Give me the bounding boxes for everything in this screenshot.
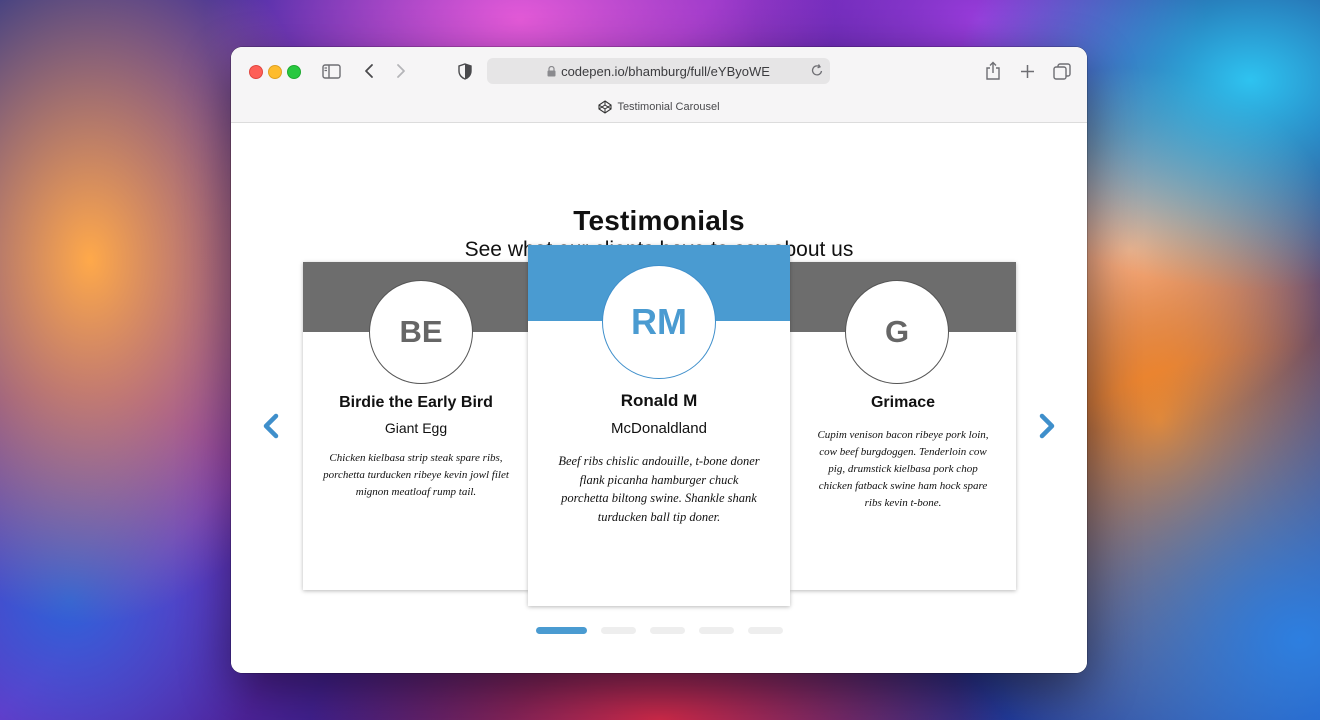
- testimonial-name: Ronald M: [620, 391, 698, 410]
- lock-icon: [547, 65, 556, 77]
- address-bar[interactable]: codepen.io/bhamburg/full/eYByoWE: [487, 58, 830, 84]
- avatar: RM: [602, 265, 716, 379]
- codepen-icon: [598, 100, 612, 114]
- carousel-prev-button[interactable]: [259, 410, 283, 442]
- chevron-left-icon: [263, 413, 279, 439]
- reload-icon[interactable]: [810, 63, 824, 78]
- testimonial-name: Birdie the Early Bird: [339, 394, 493, 411]
- page-title: Testimonials: [573, 205, 745, 236]
- testimonial-quote: Chicken kielbasa strip steak spare ribs,…: [323, 452, 509, 498]
- testimonial-name: Grimace: [870, 394, 936, 411]
- testimonial-quote: Cupim venison bacon ribeye pork loin, co…: [817, 429, 989, 509]
- browser-toolbar: codepen.io/bhamburg/full/eYByoWE Testimo…: [231, 47, 1087, 123]
- share-icon[interactable]: [983, 60, 1003, 82]
- zoom-window-button[interactable]: [287, 65, 301, 79]
- testimonial-quote: Beef ribs chislic andouille, t-bone done…: [558, 454, 760, 524]
- chevron-right-icon: [1039, 413, 1055, 439]
- close-window-button[interactable]: [249, 65, 263, 79]
- carousel-dot-3[interactable]: [650, 627, 685, 634]
- testimonial-card-ronald: RM Ronald M McDonaldland Beef ribs chisl…: [528, 245, 790, 606]
- url-text: codepen.io/bhamburg/full/eYByoWE: [561, 63, 770, 79]
- back-icon[interactable]: [361, 61, 377, 81]
- active-tab[interactable]: Testimonial Carousel: [231, 100, 1087, 114]
- carousel-dot-1[interactable]: [536, 627, 587, 634]
- forward-icon[interactable]: [393, 61, 409, 81]
- carousel-dot-4[interactable]: [699, 627, 734, 634]
- testimonial-card-grimace: G Grimace Cupim venison bacon ribeye por…: [790, 262, 1016, 590]
- new-tab-icon[interactable]: [1017, 61, 1037, 81]
- avatar: G: [845, 280, 949, 384]
- testimonial-card-birdie: BE Birdie the Early Bird Giant Egg Chick…: [303, 262, 529, 590]
- tab-title: Testimonial Carousel: [617, 101, 720, 113]
- privacy-shield-icon[interactable]: [457, 61, 473, 81]
- sidebar-toggle-icon[interactable]: [321, 62, 341, 80]
- browser-window: codepen.io/bhamburg/full/eYByoWE Testimo…: [231, 47, 1087, 673]
- carousel-pagination: [231, 627, 1087, 635]
- testimonial-company: McDonaldland: [611, 420, 707, 437]
- carousel-dot-5[interactable]: [748, 627, 783, 634]
- carousel-next-button[interactable]: [1035, 410, 1059, 442]
- avatar: BE: [369, 280, 473, 384]
- minimize-window-button[interactable]: [268, 65, 282, 79]
- carousel-dot-2[interactable]: [601, 627, 636, 634]
- tab-overview-icon[interactable]: [1051, 61, 1073, 81]
- testimonial-company: Giant Egg: [384, 420, 448, 436]
- page-content: Testimonials See what our clients have t…: [231, 123, 1087, 673]
